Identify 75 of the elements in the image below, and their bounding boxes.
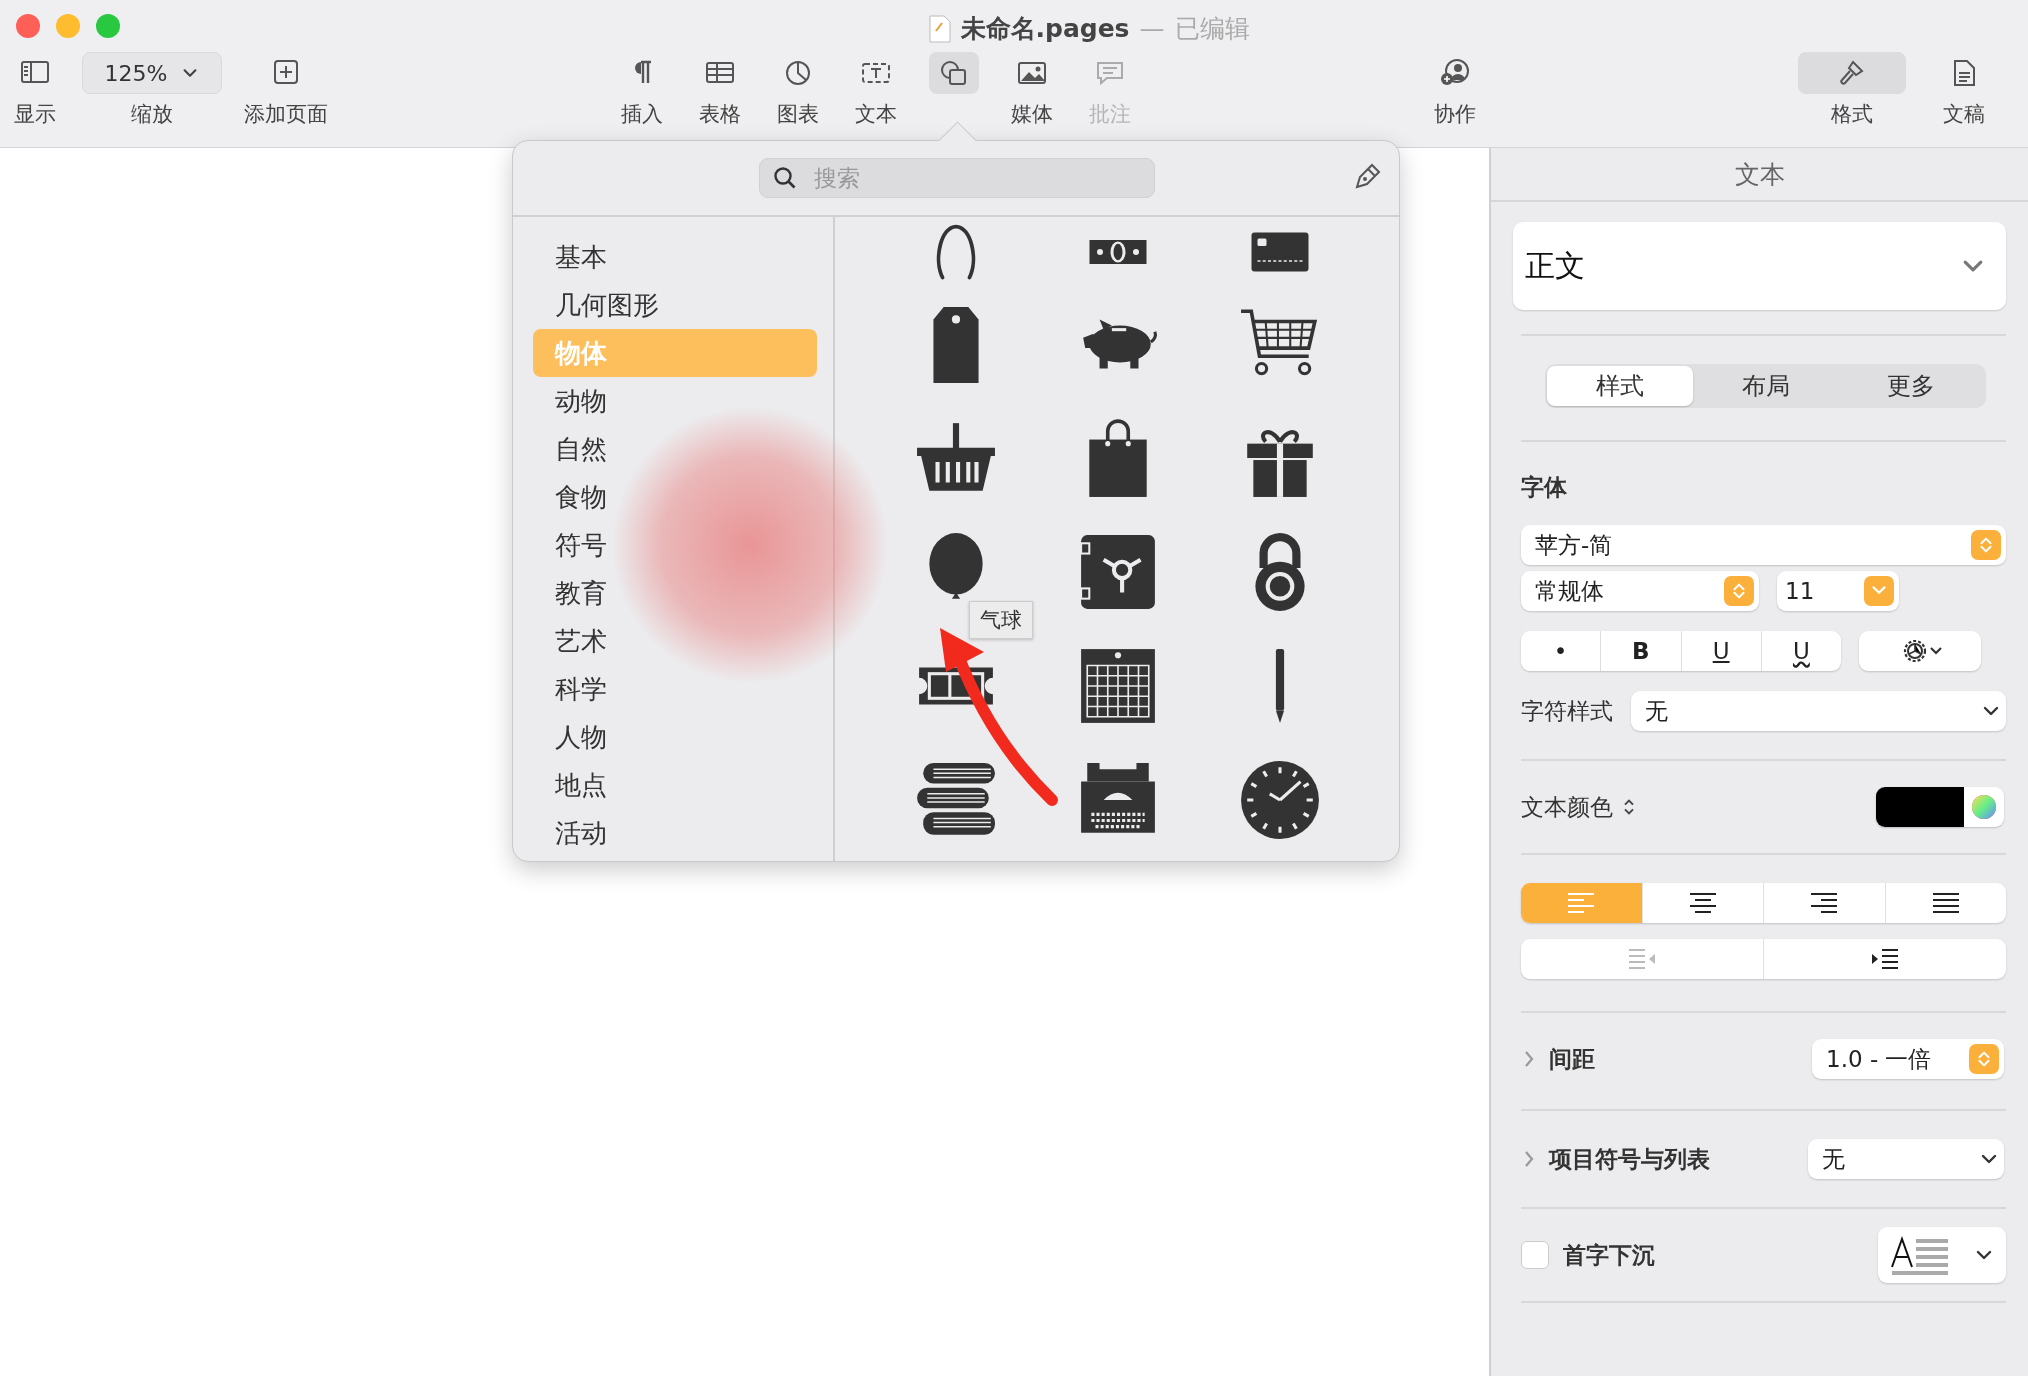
category-item[interactable]: 食物	[533, 473, 817, 521]
title-separator: —	[1139, 14, 1165, 43]
field-label: 文本颜色	[1521, 792, 1613, 822]
comment-icon	[1095, 59, 1125, 87]
window-title: 未命名.pages	[960, 13, 1130, 45]
tab[interactable]: 布局	[1692, 366, 1839, 406]
gear-dropdown[interactable]	[1859, 631, 1981, 671]
align-right-icon	[1811, 892, 1838, 914]
section-label: 间距	[1549, 1044, 1595, 1074]
toolbar-button[interactable]: 文稿	[1910, 52, 2018, 147]
window-control[interactable]	[16, 14, 40, 38]
toolbar-button[interactable]: 显示	[10, 52, 60, 147]
category-item[interactable]: 基本	[533, 233, 817, 281]
category-item[interactable]: 艺术	[533, 617, 817, 665]
text-style-button[interactable]: B	[1600, 631, 1681, 671]
font-size-field[interactable]: 11	[1777, 571, 1899, 611]
pie-chart-icon	[783, 59, 813, 87]
toolbar-button[interactable]: 插入	[603, 52, 681, 147]
section-heading: 字体	[1520, 473, 1568, 502]
toolbar-button[interactable]: 媒体	[993, 52, 1071, 147]
outdent-icon	[1629, 948, 1655, 970]
toolbar-button[interactable]: 图表	[759, 52, 837, 147]
category-item[interactable]: 人物	[533, 713, 817, 761]
list-style-dropdown[interactable]: 无	[1808, 1139, 2004, 1179]
shapes-icon	[939, 59, 969, 87]
toolbar-button[interactable]: 添加页面	[244, 52, 328, 147]
field-label: 字符样式	[1521, 696, 1613, 726]
color-wheel-icon	[1971, 794, 1997, 820]
edited-status: 已编辑	[1174, 13, 1250, 45]
color-well[interactable]	[1876, 787, 2004, 827]
typeface-dropdown[interactable]: 常规体	[1521, 571, 1759, 611]
align-center-icon	[1689, 892, 1716, 914]
category-item[interactable]: 教育	[533, 569, 817, 617]
category-item[interactable]: 地点	[533, 761, 817, 809]
character-style-dropdown[interactable]: 无	[1631, 691, 2006, 731]
line-spacing-dropdown[interactable]: 1.0 - 一倍	[1812, 1039, 2004, 1079]
zoom-value: 125%	[104, 60, 168, 86]
disclosure-toggle[interactable]: 间距	[1521, 1043, 1595, 1075]
font-family-dropdown[interactable]: 苹方-简	[1521, 525, 2006, 565]
tab[interactable]: 样式	[1547, 366, 1693, 406]
disclosure-toggle[interactable]: 项目符号与列表	[1521, 1143, 1710, 1175]
tooltip: 气球	[969, 601, 1033, 639]
tab[interactable]: 更多	[1838, 366, 1984, 406]
text-style-button[interactable]: U	[1680, 631, 1761, 671]
category-item[interactable]: 科学	[533, 665, 817, 713]
search-icon	[773, 166, 797, 190]
toolbar-button[interactable]: 表格	[681, 52, 759, 147]
clock-icon[interactable]	[1239, 759, 1321, 841]
image-icon	[1017, 59, 1047, 87]
search-field[interactable]: 搜索	[759, 158, 1155, 198]
category-item[interactable]: 自然	[533, 425, 817, 473]
category-item[interactable]: 动物	[533, 377, 817, 425]
document-icon	[928, 14, 951, 43]
indent-icon	[1872, 948, 1898, 970]
drop-cap-dropdown[interactable]	[1878, 1227, 2006, 1283]
toolbar-button[interactable]: 125% 缩放	[82, 52, 222, 147]
checkbox[interactable]	[1521, 1241, 1549, 1269]
zoom-dropdown[interactable]: 125%	[82, 52, 222, 94]
text-style-button[interactable]: •	[1521, 631, 1601, 671]
checkbox-label: 首字下沉	[1563, 1240, 1655, 1270]
text-style-button[interactable]: U	[1760, 631, 1841, 671]
toolbar-button[interactable]: 格式	[1798, 52, 1906, 147]
panel-title: 文本	[1491, 148, 2028, 202]
section-label: 项目符号与列表	[1549, 1144, 1710, 1174]
pen-icon	[1353, 162, 1381, 191]
category-item[interactable]: 符号	[533, 521, 817, 569]
align-left-icon	[1568, 892, 1595, 914]
category-item[interactable]: 活动	[533, 809, 817, 857]
align-justify-icon	[1932, 892, 1959, 914]
toolbar-button[interactable]: 文本	[837, 52, 915, 147]
paragraph-style-dropdown[interactable]: 正文	[1513, 222, 2006, 310]
add-icon	[271, 59, 301, 87]
toolbar-button[interactable]: 协作	[1430, 52, 1480, 147]
person-add-icon	[1439, 58, 1471, 88]
category-item[interactable]: 几何图形	[533, 281, 817, 329]
